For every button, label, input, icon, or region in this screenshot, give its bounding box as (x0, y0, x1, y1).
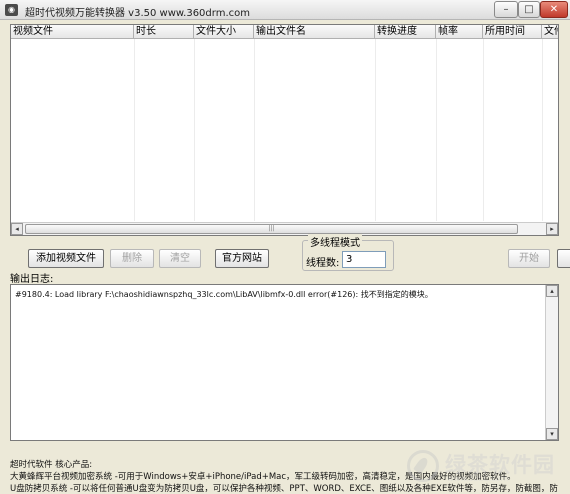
minimize-button[interactable]: – (494, 1, 518, 18)
extra-button[interactable] (557, 249, 570, 268)
vertical-scrollbar[interactable]: ▴ ▾ (545, 285, 558, 440)
output-log-label: 输出日志: (10, 274, 54, 285)
log-line: #9180.4: Load library F:\chaoshidiawnspz… (15, 290, 433, 299)
column-divider (375, 39, 376, 221)
close-button[interactable]: ✕ (540, 1, 568, 18)
leaf-logo-icon (407, 450, 439, 482)
horizontal-scrollbar[interactable]: ◂ ||| ▸ (11, 222, 558, 235)
video-file-table[interactable]: 视频文件 时长 文件大小 输出文件名 转换进度 帧率 所用时间 文件 ◂ |||… (10, 24, 559, 236)
column-header-elapsed-time[interactable]: 所用时间 (483, 25, 542, 39)
horizontal-scroll-thumb[interactable]: ||| (25, 224, 518, 234)
column-divider (254, 39, 255, 221)
column-header-progress[interactable]: 转换进度 (375, 25, 436, 39)
clear-button[interactable]: 清空 (159, 249, 201, 268)
multithread-group-title: 多线程模式 (308, 234, 362, 249)
column-header-frame-rate[interactable]: 帧率 (436, 25, 483, 39)
column-divider (436, 39, 437, 221)
column-divider (194, 39, 195, 221)
watermark: 绿茶软件园 www.33LC.com (407, 448, 562, 486)
column-divider (134, 39, 135, 221)
scroll-up-arrow-icon[interactable]: ▴ (546, 285, 558, 297)
scroll-left-arrow-icon[interactable]: ◂ (11, 223, 23, 235)
table-header: 视频文件 时长 文件大小 输出文件名 转换进度 帧率 所用时间 文件 (11, 25, 558, 39)
watermark-url: www.33LC.com (447, 474, 509, 483)
thread-count-input[interactable]: 3 (342, 251, 386, 268)
delete-button[interactable]: 删除 (110, 249, 154, 268)
footer-heading: 超时代软件 核心产品: (10, 460, 93, 470)
column-header-output-name[interactable]: 输出文件名 (254, 25, 375, 39)
output-log-textarea[interactable]: #9180.4: Load library F:\chaoshidiawnspz… (10, 284, 559, 441)
window-title: 超时代视频万能转换器 v3.50 www.360drm.com (25, 8, 250, 19)
add-video-button[interactable]: 添加视频文件 (28, 249, 104, 268)
official-site-button[interactable]: 官方网站 (215, 249, 269, 268)
column-header-file-size[interactable]: 文件大小 (194, 25, 254, 39)
thread-count-label: 线程数: (306, 258, 340, 269)
title-bar: ◉ 超时代视频万能转换器 v3.50 www.360drm.com – □ ✕ (0, 0, 570, 20)
column-header-duration[interactable]: 时长 (134, 25, 194, 39)
start-button[interactable]: 开始 (508, 249, 550, 268)
column-divider (483, 39, 484, 221)
maximize-button[interactable]: □ (518, 1, 540, 18)
app-logo-icon: ◉ (5, 4, 18, 16)
column-divider (542, 39, 543, 221)
column-header-file[interactable]: 文件 (542, 25, 558, 39)
scroll-right-arrow-icon[interactable]: ▸ (546, 223, 558, 235)
column-header-video-file[interactable]: 视频文件 (11, 25, 134, 39)
scroll-down-arrow-icon[interactable]: ▾ (546, 428, 558, 440)
